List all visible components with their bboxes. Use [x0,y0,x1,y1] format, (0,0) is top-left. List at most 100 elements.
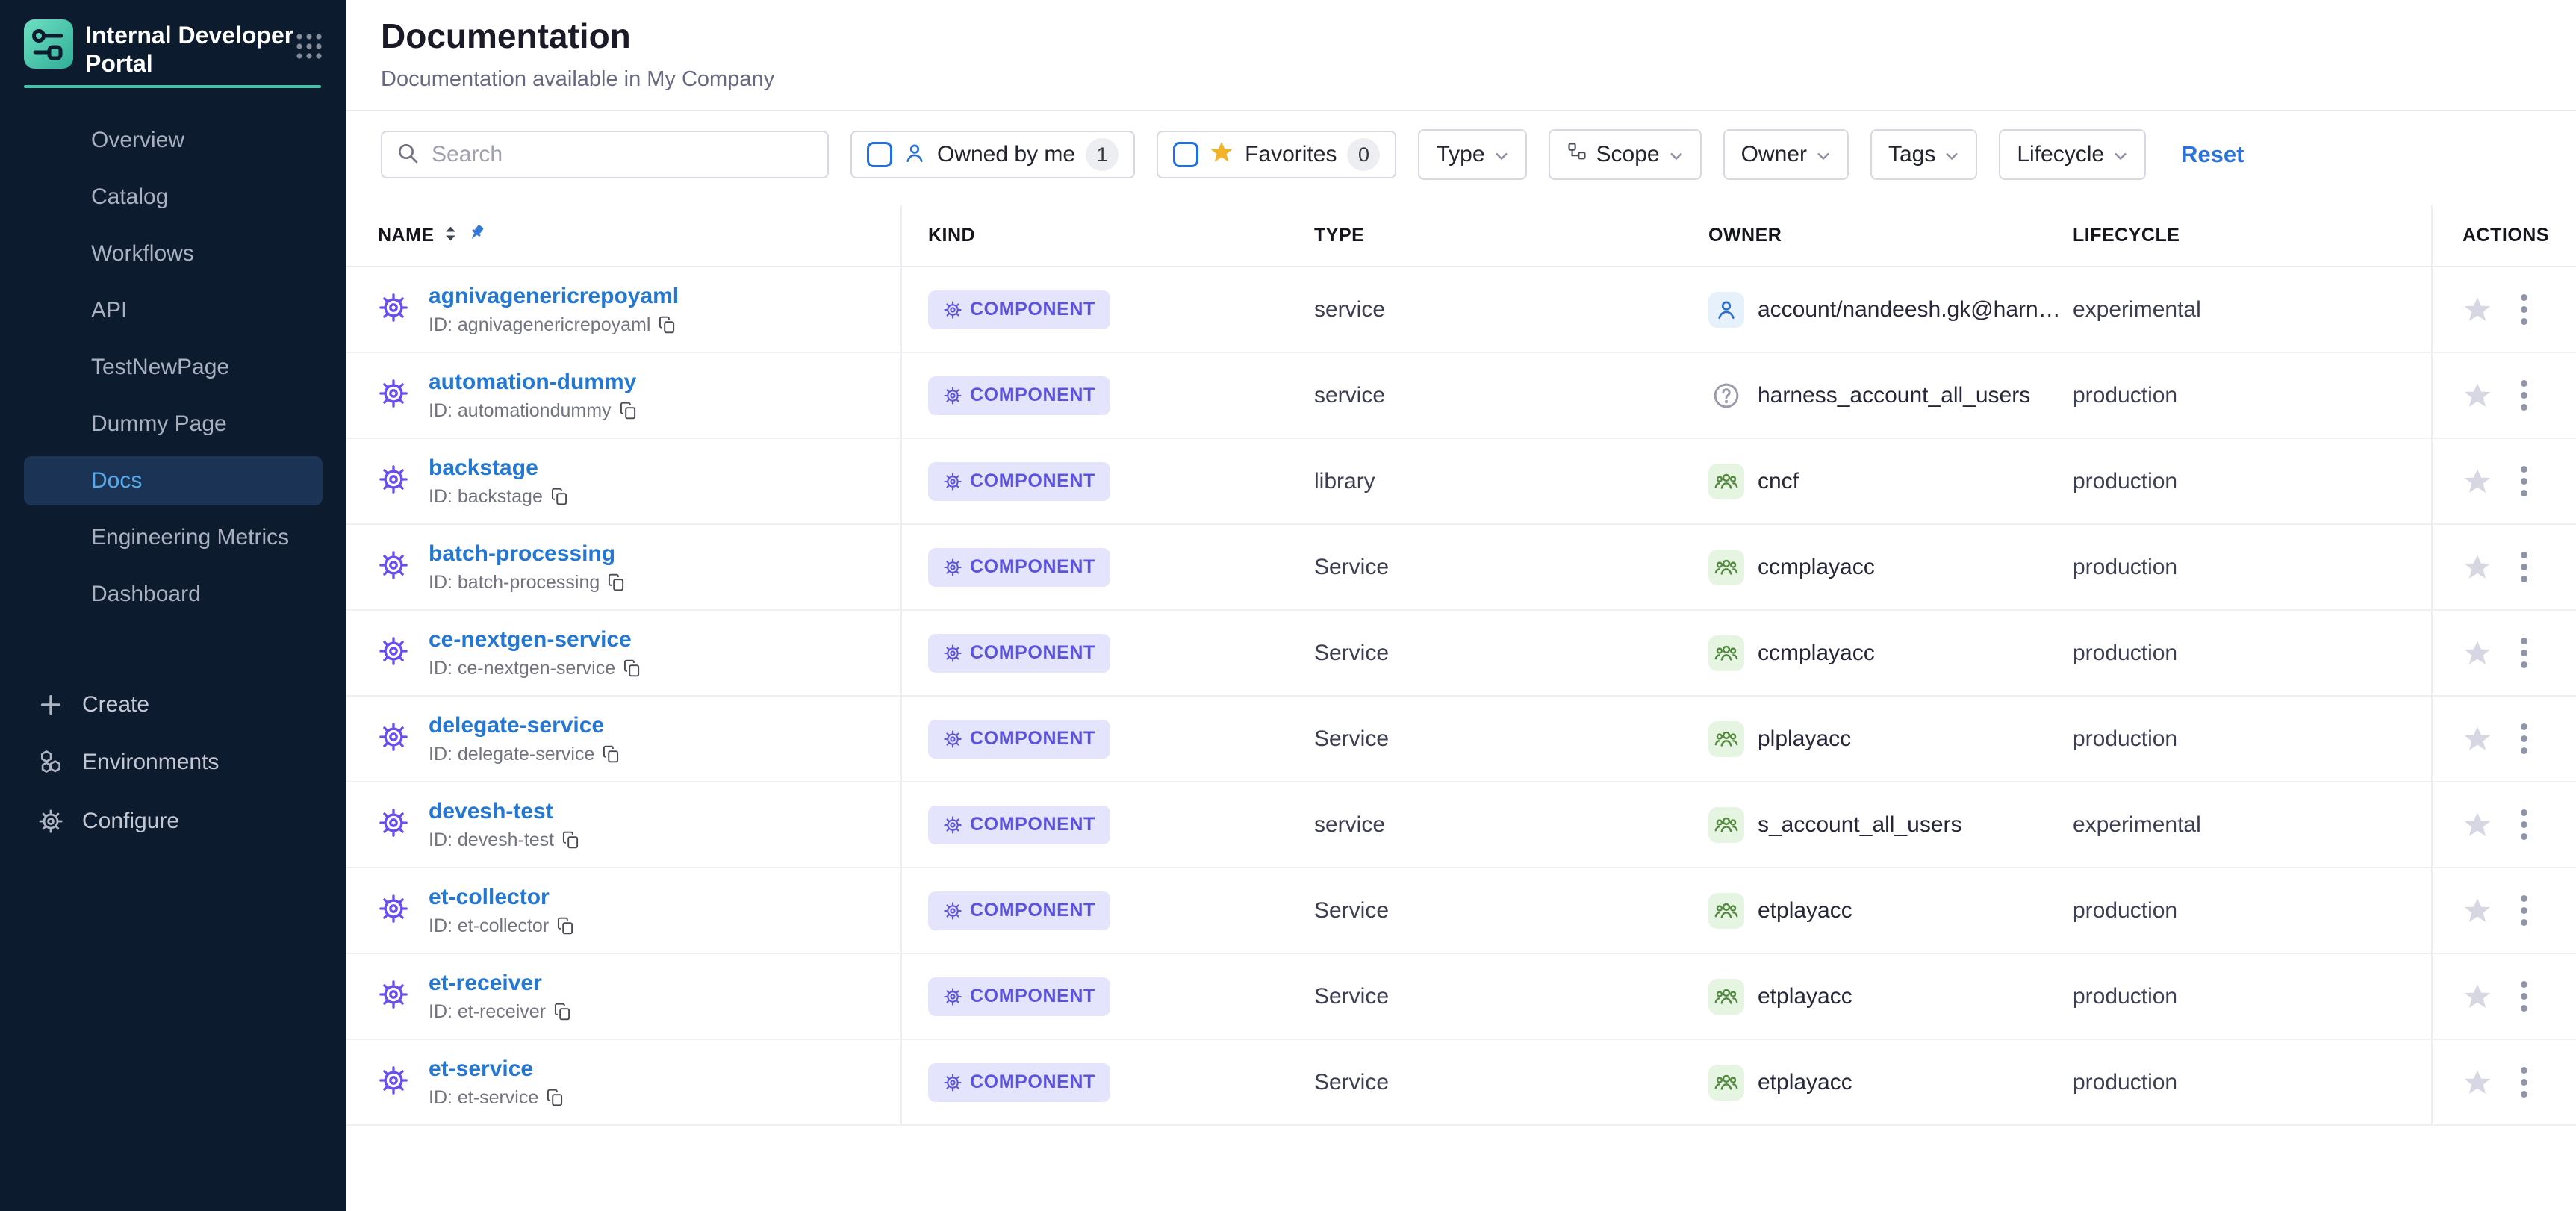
entity-type: service [1314,297,1385,323]
favorite-star-button[interactable] [2463,982,2492,1012]
row-menu-kebab-button[interactable] [2518,720,2530,757]
entity-lifecycle: production [2073,726,2177,752]
entity-name-link[interactable]: et-collector [429,885,576,910]
favorite-star-button[interactable] [2463,638,2492,668]
entity-name-link[interactable]: et-receiver [429,971,573,996]
favorite-star-button[interactable] [2463,724,2492,754]
row-menu-kebab-button[interactable] [2518,377,2530,414]
owner-name: etplayacc [1758,1070,1852,1095]
entity-id-label: ID: automationdummy [429,400,612,422]
type-filter-dropdown[interactable]: Type [1418,129,1526,180]
component-gear-icon [378,807,409,842]
favorite-star-button[interactable] [2463,810,2492,840]
sidebar-item-overview[interactable]: Overview [0,112,346,169]
copy-icon[interactable] [623,659,642,678]
scope-filter-dropdown[interactable]: Scope [1549,129,1702,180]
kind-label: COMPONENT [970,642,1095,664]
table-row: backstage ID: backstage [346,439,2576,525]
entity-type: Service [1314,898,1389,924]
row-menu-kebab-button[interactable] [2518,291,2530,328]
sidebar-item-workflows[interactable]: Workflows [0,225,346,282]
copy-icon[interactable] [550,487,570,506]
sidebar-item-docs[interactable]: Docs [24,456,323,505]
idp-logo-icon[interactable] [24,19,73,72]
component-gear-icon [378,721,409,756]
copy-icon[interactable] [556,916,576,936]
owned-by-me-filter[interactable]: Owned by me 1 [850,131,1135,178]
entity-table: NAME KIND [346,205,2576,1126]
copy-icon[interactable] [619,401,638,420]
entity-name-link[interactable]: ce-nextgen-service [429,627,642,653]
sidebar-item-api[interactable]: API [0,282,346,339]
copy-icon[interactable] [602,744,621,764]
sidebar-item-configure[interactable]: Configure [0,792,346,850]
row-menu-kebab-button[interactable] [2518,978,2530,1015]
copy-icon[interactable] [658,315,677,334]
kind-label: COMPONENT [970,986,1095,1007]
favorites-filter[interactable]: Favorites 0 [1157,131,1396,178]
favorites-checkbox[interactable] [1173,142,1198,167]
copy-icon[interactable] [607,573,626,592]
favorite-star-button[interactable] [2463,896,2492,926]
sidebar-item-catalog[interactable]: Catalog [0,169,346,225]
entity-name-link[interactable]: et-service [429,1056,565,1082]
entity-name-link[interactable]: backstage [429,455,570,481]
entity-name-link[interactable]: delegate-service [429,713,621,738]
owned-by-me-checkbox[interactable] [867,142,892,167]
group-icon [1708,464,1744,499]
favorite-star-button[interactable] [2463,467,2492,496]
gear-icon [36,808,66,835]
row-menu-kebab-button[interactable] [2518,463,2530,499]
table-body: agnivagenericrepoyaml ID: agnivagenericr… [346,267,2576,1126]
tags-filter-dropdown[interactable]: Tags [1870,129,1977,180]
sort-icon[interactable] [445,225,456,246]
entity-name-link[interactable]: devesh-test [429,799,581,824]
component-gear-icon [378,292,409,327]
column-header-name[interactable]: NAME [378,225,435,246]
group-icon [1708,1065,1744,1101]
kind-badge: COMPONENT [928,720,1110,759]
row-menu-kebab-button[interactable] [2518,549,2530,585]
favorite-star-button[interactable] [2463,381,2492,411]
row-menu-kebab-button[interactable] [2518,892,2530,929]
sidebar-item-dummy-page[interactable]: Dummy Page [0,396,346,452]
pin-icon[interactable] [467,223,486,248]
copy-icon[interactable] [546,1088,565,1107]
row-menu-kebab-button[interactable] [2518,806,2530,843]
owner-filter-dropdown[interactable]: Owner [1723,129,1849,180]
app-title: Internal Developer Portal [85,19,293,78]
entity-id-label: ID: batch-processing [429,572,600,594]
favorite-star-button[interactable] [2463,552,2492,582]
star-icon [1209,140,1234,169]
copy-icon[interactable] [553,1002,573,1021]
lifecycle-filter-dropdown[interactable]: Lifecycle [1999,129,2146,180]
entity-name-link[interactable]: agnivagenericrepoyaml [429,284,679,309]
search-input[interactable] [430,141,814,168]
sidebar-item-create[interactable]: Create [0,676,346,734]
entity-id-label: ID: delegate-service [429,744,594,765]
entity-name-link[interactable]: automation-dummy [429,370,638,395]
sidebar-item-dashboard[interactable]: Dashboard [0,566,346,623]
entity-lifecycle: production [2073,641,2177,666]
sidebar-item-environments[interactable]: Environments [0,733,346,791]
sidebar-item-engineering-metrics[interactable]: Engineering Metrics [0,509,346,566]
entity-name-link[interactable]: batch-processing [429,541,626,567]
favorite-star-button[interactable] [2463,1068,2492,1098]
group-icon [1708,893,1744,929]
owner-name: etplayacc [1758,984,1852,1009]
copy-icon[interactable] [561,830,581,850]
person-icon [903,141,927,169]
entity-id-label: ID: ce-nextgen-service [429,658,615,679]
favorite-star-button[interactable] [2463,295,2492,325]
row-menu-kebab-button[interactable] [2518,635,2530,671]
entity-type: Service [1314,641,1389,666]
entity-id-label: ID: agnivagenericrepoyaml [429,314,650,336]
owner-name: cncf [1758,469,1799,494]
reset-filters-button[interactable]: Reset [2181,141,2244,168]
apps-grid-icon[interactable] [294,31,324,65]
user-icon [1708,292,1744,328]
group-icon [1708,807,1744,843]
group-icon [1708,979,1744,1015]
row-menu-kebab-button[interactable] [2518,1064,2530,1101]
sidebar-item-testnewpage[interactable]: TestNewPage [0,339,346,396]
